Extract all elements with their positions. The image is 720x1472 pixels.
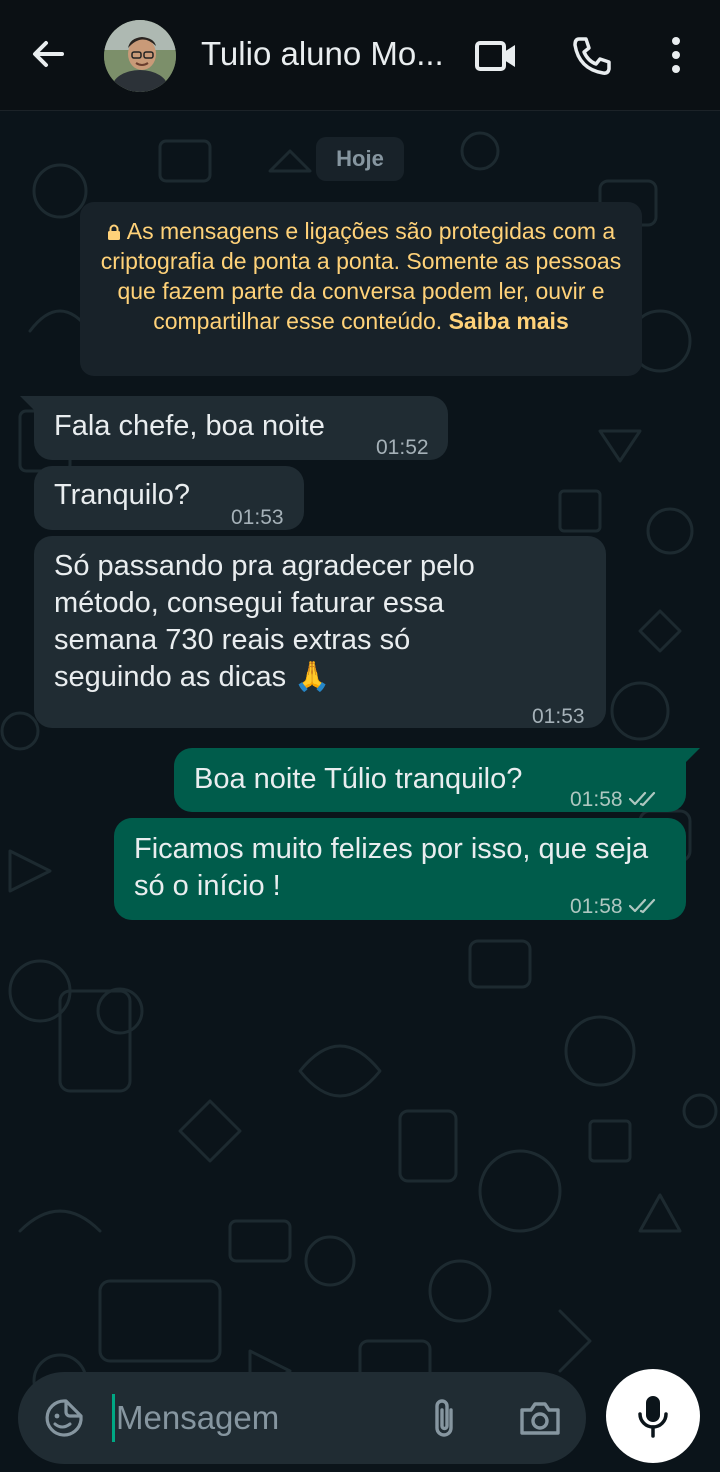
video-call-icon[interactable]	[474, 34, 518, 78]
contact-name[interactable]: Tulio aluno Mo...	[201, 34, 451, 74]
message-time: 01:53	[532, 705, 585, 728]
learn-more-link[interactable]: Saiba mais	[449, 308, 569, 334]
read-receipt-icon	[628, 898, 655, 914]
message-time: 01:58	[570, 895, 623, 918]
attach-icon[interactable]	[425, 1396, 465, 1440]
message-text: Fala chefe, boa noite	[54, 410, 325, 442]
message-time: 01:53	[231, 506, 284, 529]
avatar[interactable]	[104, 20, 176, 92]
message-incoming[interactable]: Tranquilo? 01:53	[34, 466, 304, 530]
camera-icon[interactable]	[518, 1398, 562, 1438]
voice-message-button[interactable]	[606, 1369, 700, 1463]
lock-icon	[107, 224, 120, 240]
message-time: 01:58	[570, 788, 623, 811]
message-outgoing[interactable]: Ficamos muito felizes por isso, que seja…	[114, 818, 686, 920]
chat-header: Tulio aluno Mo...	[0, 0, 720, 111]
date-divider: Hoje	[316, 137, 404, 181]
message-time: 01:52	[376, 436, 429, 459]
back-arrow-icon[interactable]	[28, 34, 68, 74]
mic-icon	[638, 1396, 668, 1438]
message-meta: 01:58	[570, 888, 661, 925]
message-incoming[interactable]: Só passando pra agradecer pelo método, c…	[34, 536, 606, 728]
more-options-icon[interactable]	[656, 34, 700, 78]
encryption-notice[interactable]: As mensagens e ligações são protegidas c…	[80, 202, 642, 376]
emoji-sticker-icon[interactable]	[44, 1398, 84, 1438]
message-outgoing[interactable]: Boa noite Túlio tranquilo? 01:58	[174, 748, 686, 812]
read-receipt-icon	[628, 791, 655, 807]
message-meta: 01:58	[570, 781, 661, 818]
message-text: Tranquilo?	[54, 479, 190, 511]
message-input[interactable]	[112, 1394, 396, 1442]
message-incoming[interactable]: Fala chefe, boa noite 01:52	[34, 396, 448, 460]
message-text: Boa noite Túlio tranquilo?	[194, 763, 523, 795]
message-composer	[18, 1372, 586, 1464]
message-text: Só passando pra agradecer pelo método, c…	[54, 550, 475, 693]
voice-call-icon[interactable]	[570, 34, 614, 78]
